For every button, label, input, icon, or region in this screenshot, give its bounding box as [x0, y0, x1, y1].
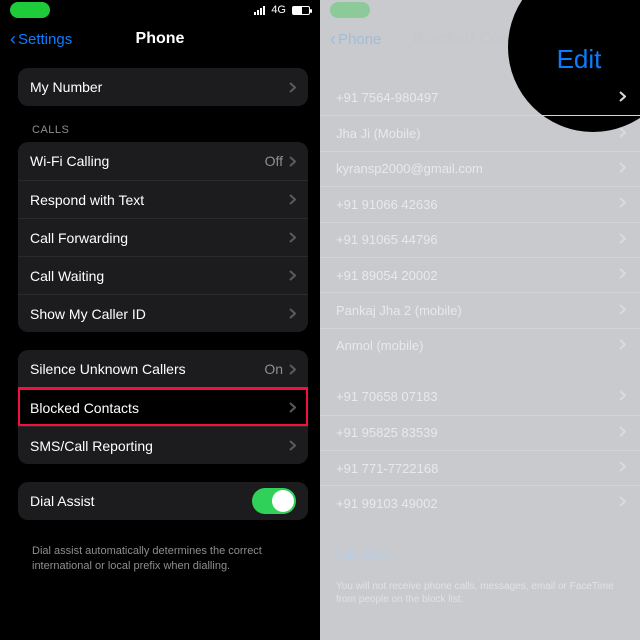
- chevron-right-icon: [289, 232, 296, 243]
- blocked-contact-row[interactable]: Jha Ji (Mobile): [320, 115, 640, 150]
- status-bar: 00 4G: [0, 0, 320, 20]
- chevron-right-icon: [289, 440, 296, 451]
- contact-label: +91 91065 44796: [336, 232, 438, 247]
- contact-label: +91 89054 20002: [336, 268, 438, 283]
- row-label: Call Forwarding: [30, 230, 128, 246]
- contact-label: Pankaj Jha 2 (mobile): [336, 303, 462, 318]
- chevron-right-icon: [619, 91, 626, 102]
- row-aux: Off: [265, 153, 283, 169]
- back-label: Settings: [18, 31, 72, 48]
- blocked-contacts-screen: 00 ‹ Phone Blocked Contacts Edit +91 756…: [320, 0, 640, 640]
- contact-label: +91 70658 07183: [336, 389, 438, 404]
- chevron-right-icon: [619, 496, 626, 507]
- row-label: SMS/Call Reporting: [30, 438, 153, 454]
- row-label: Blocked Contacts: [30, 400, 139, 416]
- add-new-row[interactable]: Add New...: [320, 537, 640, 572]
- section-header-calls: CALLS: [18, 124, 308, 142]
- row-wi-fi-calling[interactable]: Wi-Fi Calling Off: [18, 142, 308, 180]
- row-label: My Number: [30, 79, 102, 95]
- chevron-right-icon: [289, 156, 296, 167]
- blocked-contact-row[interactable]: +91 99103 49002: [320, 485, 640, 520]
- row-label: Wi-Fi Calling: [30, 153, 109, 169]
- row-label: Respond with Text: [30, 192, 144, 208]
- blocked-contact-row[interactable]: +91 7564-980497: [320, 80, 640, 115]
- contact-label: +91 771-7722168: [336, 461, 438, 476]
- group-calls: Wi-Fi Calling Off Respond with Text Call Fo…: [18, 142, 308, 332]
- chevron-right-icon: [619, 461, 626, 472]
- row-silence-unknown-callers[interactable]: Silence Unknown Callers On: [18, 350, 308, 388]
- blocked-footnote: You will not receive phone calls, messag…: [320, 572, 640, 606]
- row-call-waiting[interactable]: Call Waiting: [18, 256, 308, 294]
- blocked-contact-row[interactable]: +91 95825 83539: [320, 415, 640, 450]
- recording-pill: 00: [10, 2, 50, 18]
- blocked-contact-row[interactable]: +91 771-7722168: [320, 450, 640, 485]
- group-my-number: My Number: [18, 68, 308, 106]
- row-label: Silence Unknown Callers: [30, 361, 186, 377]
- battery-icon: [292, 6, 310, 15]
- blocked-contact-row[interactable]: +91 91066 42636: [320, 186, 640, 221]
- blocked-list: +91 7564-980497 Jha Ji (Mobile) kyransp200…: [320, 58, 640, 606]
- row-label: Dial Assist: [30, 493, 95, 509]
- chevron-right-icon: [619, 390, 626, 401]
- row-blocked-contacts[interactable]: Blocked Contacts: [18, 388, 308, 426]
- chevron-right-icon: [289, 308, 296, 319]
- chevron-right-icon: [619, 127, 626, 138]
- page-title: Phone: [136, 30, 185, 48]
- toggle-switch[interactable]: [252, 488, 296, 514]
- row-respond-with-text[interactable]: Respond with Text: [18, 180, 308, 218]
- row-call-forwarding[interactable]: Call Forwarding: [18, 218, 308, 256]
- back-label: Phone: [338, 31, 381, 48]
- contact-label: kyransp2000@gmail.com: [336, 161, 483, 176]
- recording-pill: 00: [330, 2, 370, 18]
- contact-label: +91 7564-980497: [336, 90, 438, 105]
- group-blocking: Silence Unknown Callers On Blocked Contact…: [18, 350, 308, 464]
- contact-label: +91 91066 42636: [336, 197, 438, 212]
- blocked-contact-row[interactable]: Anmol (mobile): [320, 328, 640, 363]
- chevron-right-icon: [289, 82, 296, 93]
- chevron-right-icon: [619, 268, 626, 279]
- contact-label: +91 95825 83539: [336, 425, 438, 440]
- chevron-right-icon: [619, 197, 626, 208]
- group-dial-assist: Dial Assist: [18, 482, 308, 520]
- chevron-right-icon: [289, 194, 296, 205]
- blocked-contact-row[interactable]: Pankaj Jha 2 (mobile): [320, 292, 640, 327]
- back-button[interactable]: ‹ Settings: [10, 30, 72, 48]
- chevron-right-icon: [289, 270, 296, 281]
- blocked-contact-row[interactable]: +91 91065 44796: [320, 222, 640, 257]
- dial-assist-footnote: Dial assist automatically determines the…: [18, 538, 308, 574]
- edit-button[interactable]: Edit: [557, 44, 602, 75]
- blocked-contact-row[interactable]: +91 70658 07183: [320, 379, 640, 414]
- signal-icon: [254, 6, 265, 15]
- blocked-contact-row[interactable]: kyransp2000@gmail.com: [320, 151, 640, 186]
- chevron-right-icon: [619, 339, 626, 350]
- network-label: 4G: [271, 4, 286, 16]
- nav-bar: ‹ Settings Phone: [0, 20, 320, 58]
- chevron-right-icon: [619, 162, 626, 173]
- chevron-right-icon: [289, 402, 296, 413]
- chevron-right-icon: [289, 364, 296, 375]
- contact-label: Jha Ji (Mobile): [336, 126, 421, 141]
- contact-label: +91 99103 49002: [336, 496, 438, 511]
- chevron-right-icon: [619, 304, 626, 315]
- blocked-contact-row[interactable]: +91 89054 20002: [320, 257, 640, 292]
- contact-label: Anmol (mobile): [336, 338, 423, 353]
- row-dial-assist[interactable]: Dial Assist: [18, 482, 308, 520]
- add-new-label: Add New...: [336, 547, 399, 562]
- chevron-right-icon: [619, 233, 626, 244]
- chevron-left-icon: ‹: [330, 30, 336, 48]
- back-button[interactable]: ‹ Phone: [330, 30, 381, 48]
- row-label: Call Waiting: [30, 268, 104, 284]
- row-my-number[interactable]: My Number: [18, 68, 308, 106]
- row-aux: On: [264, 361, 283, 377]
- chevron-right-icon: [619, 426, 626, 437]
- chevron-left-icon: ‹: [10, 30, 16, 48]
- row-label: Show My Caller ID: [30, 306, 146, 322]
- row-show-my-caller-id[interactable]: Show My Caller ID: [18, 294, 308, 332]
- phone-settings-screen: 00 4G ‹ Settings Phone My Number: [0, 0, 320, 640]
- row-sms-call-reporting[interactable]: SMS/Call Reporting: [18, 426, 308, 464]
